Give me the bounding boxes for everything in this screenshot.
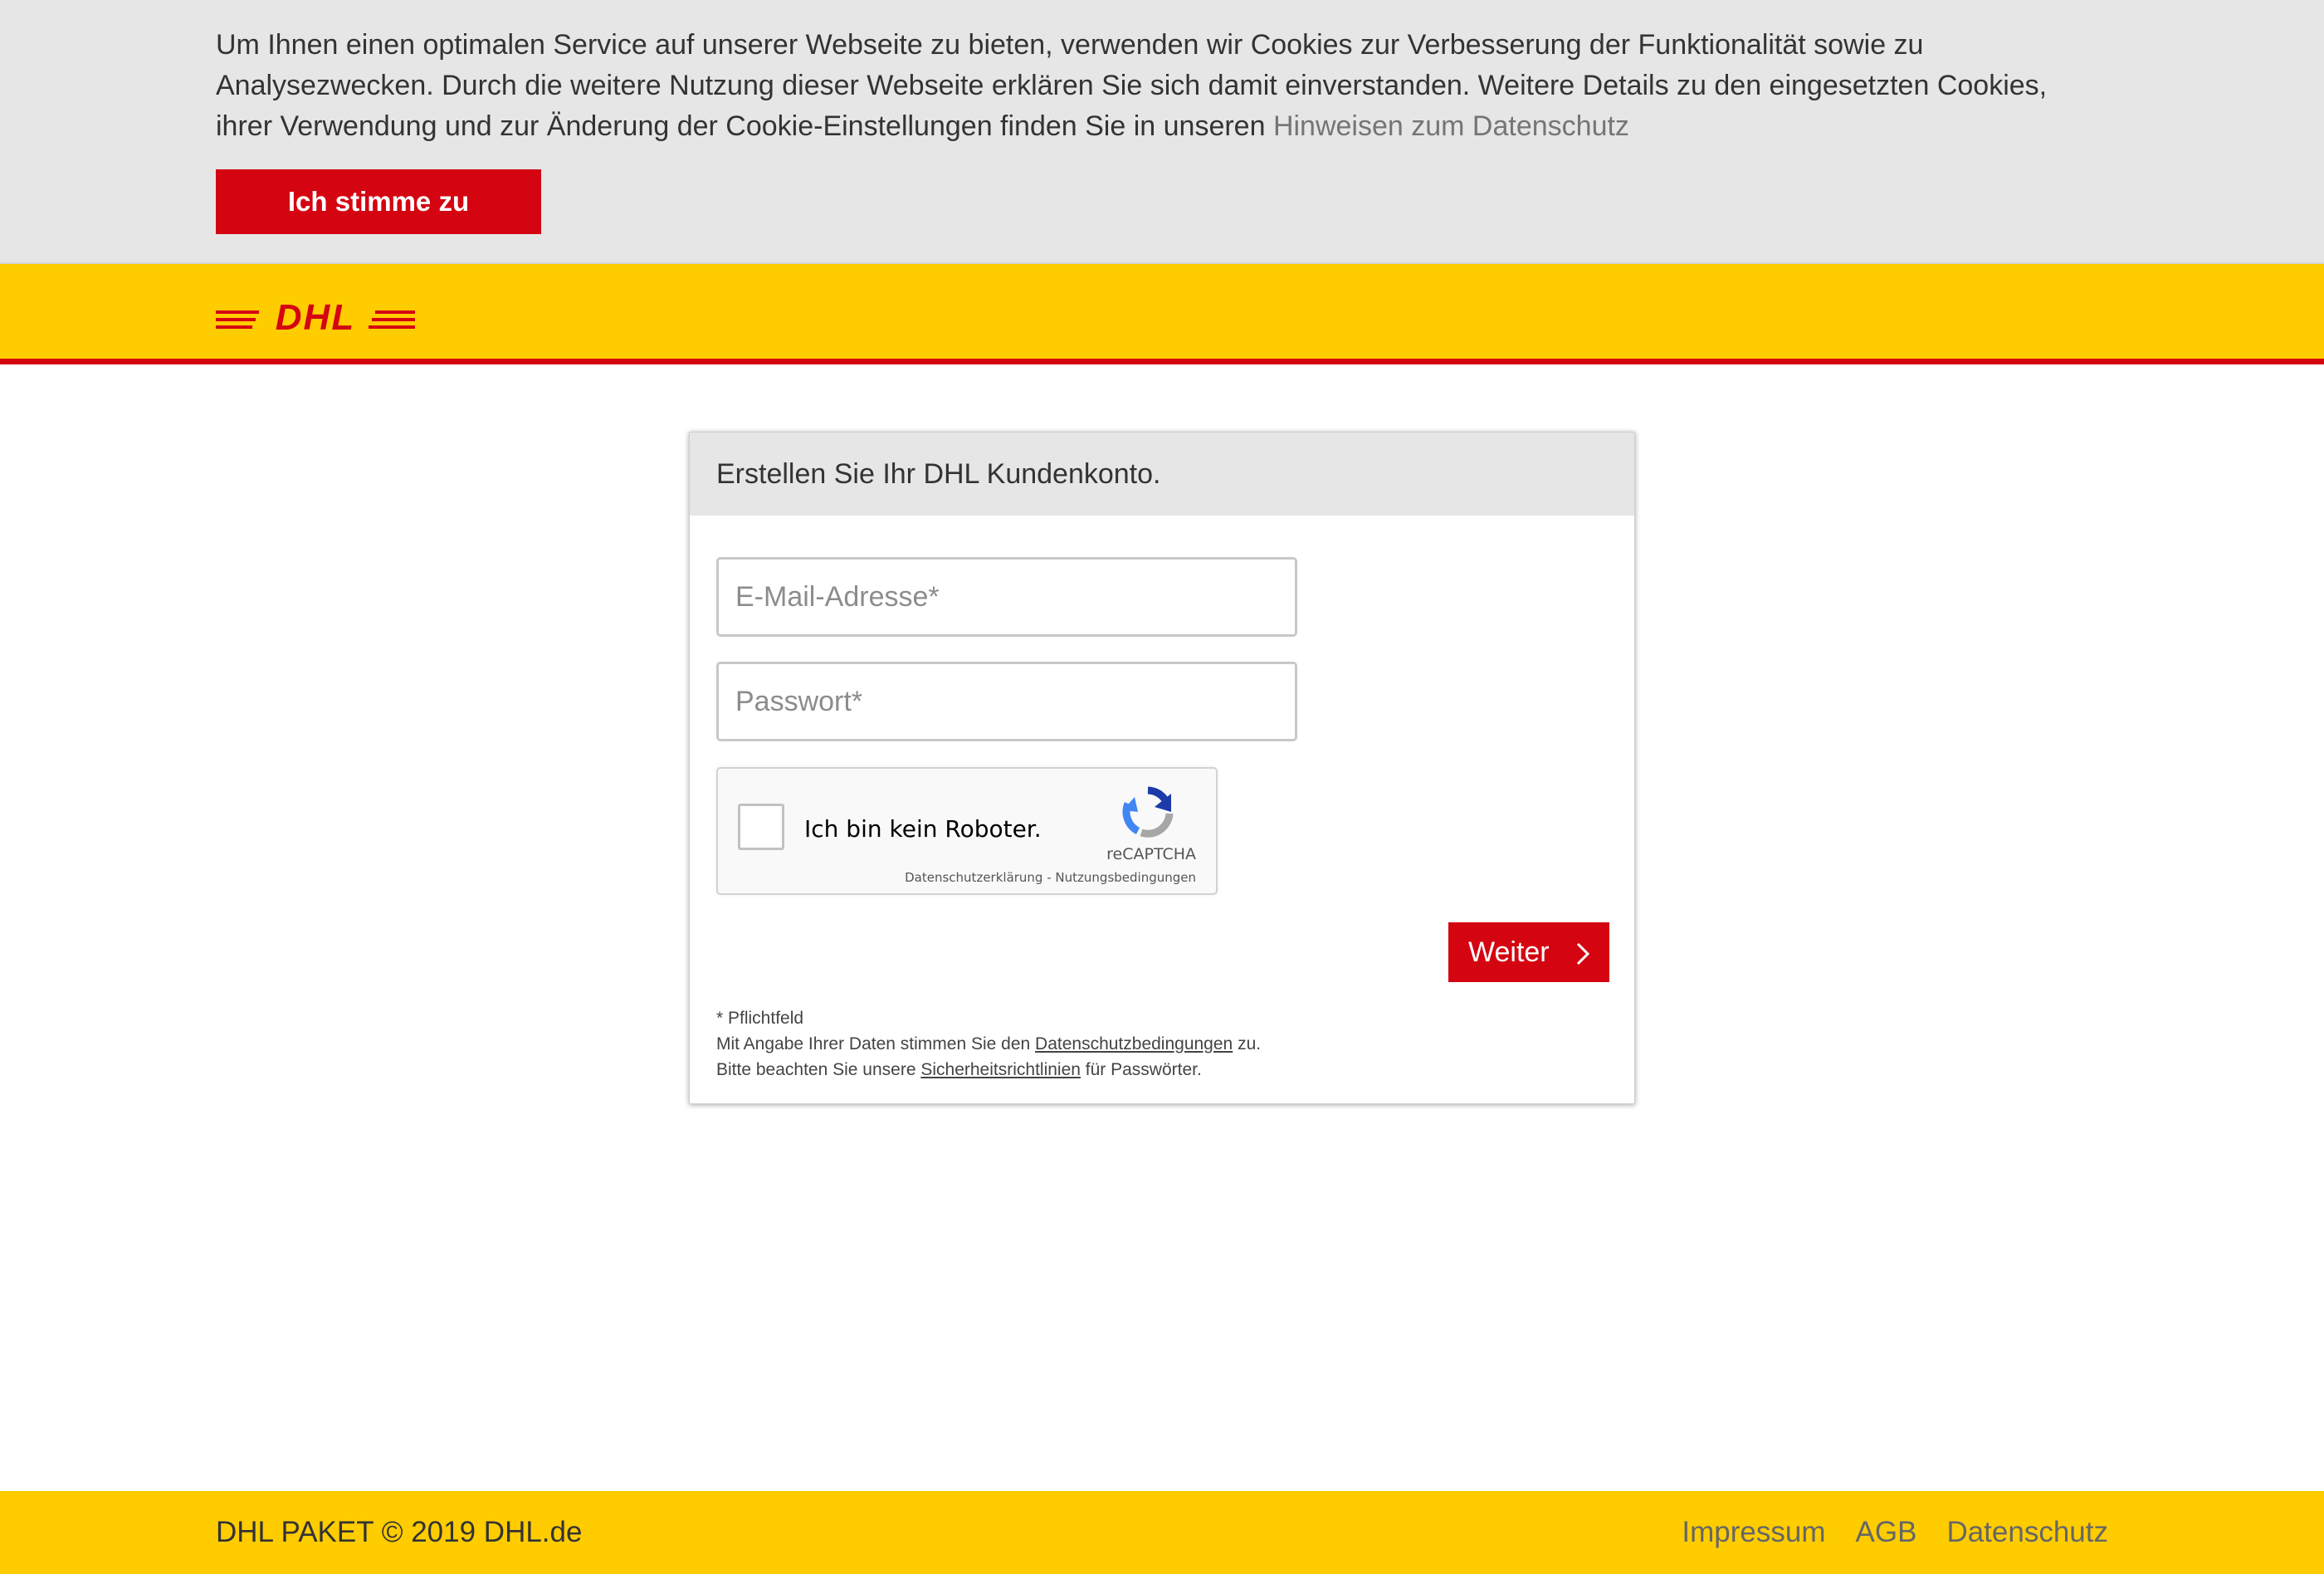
- privacy-consent-note: Mit Angabe Ihrer Daten stimmen Sie den D…: [716, 1031, 1261, 1057]
- site-footer: DHL PAKET © 2019 DHL.de Impressum AGB Da…: [0, 1491, 2324, 1574]
- cookie-notice-text: Um Ihnen einen optimalen Service auf uns…: [216, 29, 2048, 142]
- cookie-banner: Um Ihnen einen optimalen Service auf uns…: [0, 0, 2324, 264]
- recaptcha-brand: reCAPTCHA: [1106, 845, 1196, 863]
- cookie-notice: Um Ihnen einen optimalen Service auf uns…: [216, 25, 2075, 147]
- site-header: DHL: [0, 264, 2324, 364]
- registration-card: Erstellen Sie Ihr DHL Kundenkonto. Ich b…: [689, 432, 1635, 1104]
- dhl-logo-text: DHL: [276, 301, 355, 334]
- footer-copyright: DHL PAKET © 2019 DHL.de: [216, 1516, 583, 1548]
- recaptcha-label: Ich bin kein Roboter.: [804, 815, 1042, 843]
- footer-link-datenschutz[interactable]: Datenschutz: [1946, 1516, 2108, 1549]
- recaptcha-terms-link[interactable]: Nutzungsbedingungen: [1055, 870, 1196, 885]
- password-field[interactable]: [716, 662, 1297, 741]
- recaptcha-terms: Datenschutzerklärung - Nutzungsbedingung…: [905, 870, 1196, 885]
- next-button-label: Weiter: [1468, 936, 1550, 968]
- card-title: Erstellen Sie Ihr DHL Kundenkonto.: [716, 458, 1161, 490]
- required-note: * Pflichtfeld: [716, 1009, 804, 1028]
- security-note-suffix: für Passwörter.: [1080, 1060, 1202, 1079]
- privacy-notice-link[interactable]: Hinweisen zum Datenschutz: [1273, 110, 1629, 142]
- next-button[interactable]: Weiter: [1448, 922, 1609, 982]
- security-note: Bitte beachten Sie unsere Sicherheitsric…: [716, 1057, 1261, 1083]
- recaptcha-separator: -: [1042, 870, 1056, 885]
- footer-links: Impressum AGB Datenschutz: [1682, 1516, 2108, 1549]
- privacy-consent-text: Mit Angabe Ihrer Daten stimmen Sie den: [716, 1034, 1036, 1053]
- security-note-text: Bitte beachten Sie unsere: [716, 1060, 921, 1079]
- footer-link-impressum[interactable]: Impressum: [1682, 1516, 1825, 1549]
- privacy-terms-link[interactable]: Datenschutzbedingungen: [1035, 1034, 1233, 1053]
- recaptcha-widget: Ich bin kein Roboter. reCAPTCHA Datensch…: [716, 767, 1218, 895]
- privacy-consent-suffix: zu.: [1233, 1034, 1262, 1053]
- accept-cookies-button[interactable]: Ich stimme zu: [216, 169, 541, 234]
- recaptcha-logo-icon: [1122, 786, 1174, 838]
- recaptcha-privacy-link[interactable]: Datenschutzerklärung: [905, 870, 1042, 885]
- email-field[interactable]: [716, 557, 1297, 637]
- recaptcha-checkbox[interactable]: [738, 804, 784, 850]
- security-guidelines-link[interactable]: Sicherheitsrichtlinien: [920, 1060, 1081, 1079]
- form-notes: * Pflichtfeld Mit Angabe Ihrer Daten sti…: [716, 1005, 1261, 1083]
- chevron-right-icon: [1576, 942, 1590, 965]
- dhl-logo[interactable]: DHL: [216, 301, 415, 334]
- footer-link-agb[interactable]: AGB: [1856, 1516, 1917, 1549]
- card-header: Erstellen Sie Ihr DHL Kundenkonto.: [690, 433, 1634, 516]
